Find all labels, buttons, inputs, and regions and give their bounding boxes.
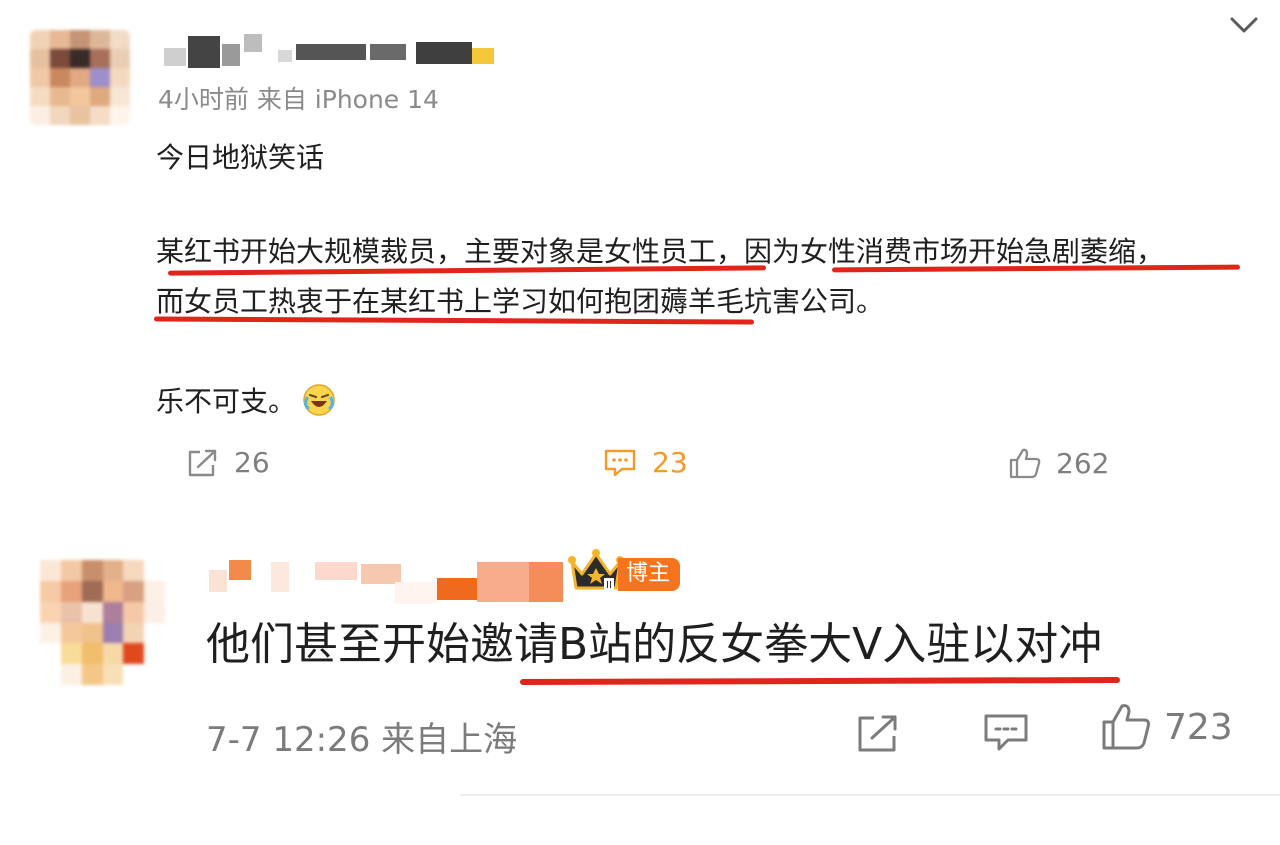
comment-icon bbox=[604, 449, 636, 476]
comment-count: 23 bbox=[652, 446, 688, 479]
divider bbox=[460, 794, 1280, 796]
comment-icon bbox=[984, 714, 1028, 751]
repost-button[interactable]: 26 bbox=[186, 446, 270, 479]
repost-icon bbox=[188, 449, 217, 476]
thumbs-up-icon bbox=[1009, 448, 1041, 479]
repost-icon bbox=[858, 715, 897, 752]
reply-meta: 7-7 12:26 来自上海 bbox=[206, 720, 518, 760]
blogger-avatar[interactable] bbox=[40, 560, 165, 685]
crown-icon: II bbox=[568, 549, 624, 591]
username-blurred[interactable] bbox=[160, 28, 500, 70]
blogger-username-blurred[interactable] bbox=[205, 556, 575, 606]
like-count: 723 bbox=[1164, 706, 1233, 748]
repost-count: 26 bbox=[234, 446, 270, 479]
blogger-badge: II 博主 bbox=[568, 546, 681, 594]
user-avatar[interactable] bbox=[30, 30, 130, 125]
repost-button[interactable] bbox=[856, 714, 900, 758]
post-text: 乐不可支。 bbox=[156, 385, 297, 418]
annotation-underline bbox=[519, 676, 1121, 686]
post-text-line: 而女员工热衷于在某红书上学习如何抱团薅羊毛坑害公司。 bbox=[156, 285, 885, 318]
comment-button[interactable] bbox=[982, 712, 1030, 758]
like-button[interactable]: 262 bbox=[1008, 446, 1109, 480]
post-text-line: 今日地狱笑话 bbox=[156, 141, 325, 174]
like-count: 262 bbox=[1056, 446, 1110, 480]
svg-text:II: II bbox=[606, 580, 612, 591]
reply-text: 他们甚至开始邀请B站的反女拳大V入驻以对冲 bbox=[206, 619, 1103, 670]
post-meta: 4小时前 来自 iPhone 14 bbox=[158, 85, 439, 114]
post-text-line: 乐不可支。 bbox=[156, 382, 336, 422]
like-button[interactable]: 723 bbox=[1100, 702, 1233, 752]
thumbs-up-icon bbox=[1102, 704, 1150, 750]
comment-button[interactable]: 23 bbox=[602, 446, 688, 479]
laughing-emoji-icon bbox=[302, 383, 336, 417]
blogger-badge-label: 博主 bbox=[618, 558, 681, 591]
chevron-down-icon[interactable] bbox=[1226, 14, 1262, 38]
